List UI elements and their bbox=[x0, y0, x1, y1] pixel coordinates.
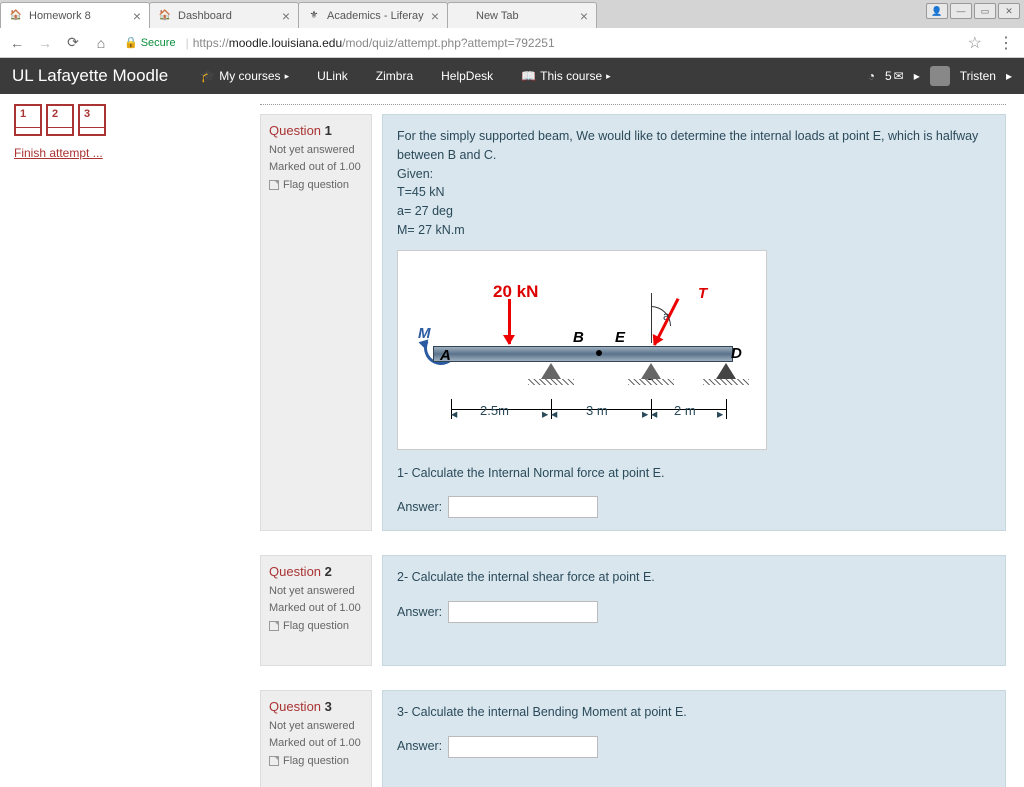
quiz-nav-sidebar: 1 2 3 Finish attempt ... bbox=[0, 94, 260, 787]
answer-label: Answer: bbox=[397, 603, 442, 622]
mark-text: Marked out of 1.00 bbox=[269, 161, 363, 173]
beam-diagram: 20 kN T a M A B E C D bbox=[397, 250, 767, 450]
reload-button[interactable]: ⟳ bbox=[62, 32, 84, 54]
qnav-1[interactable]: 1 bbox=[14, 104, 42, 136]
primary-nav: 🎓My courses▸ ULink Zimbra HelpDesk 📖This… bbox=[186, 69, 624, 83]
quiz-main: Question 1 Not yet answered Marked out o… bbox=[260, 94, 1024, 787]
avatar[interactable] bbox=[930, 66, 950, 86]
flag-question-link[interactable]: Flag question bbox=[269, 755, 363, 767]
back-button[interactable]: ← bbox=[6, 32, 28, 54]
fleur-icon: ⚜ bbox=[307, 9, 321, 23]
mail-badge[interactable]: 5 ✉ bbox=[885, 69, 904, 83]
bookmark-icon[interactable]: ☆ bbox=[962, 33, 988, 53]
home-icon: 🏠 bbox=[158, 9, 172, 23]
lock-icon: 🔒 Secure bbox=[124, 36, 176, 49]
nav-this-course[interactable]: 📖This course▸ bbox=[507, 69, 625, 83]
tab-dashboard[interactable]: 🏠 Dashboard × bbox=[149, 2, 299, 28]
subquestion-text: 2- Calculate the internal shear force at… bbox=[397, 568, 991, 587]
address-bar[interactable]: 🔒 Secure | https://moodle.louisiana.edu/… bbox=[118, 36, 956, 50]
tab-homework[interactable]: 🏠 Homework 8 × bbox=[0, 2, 150, 28]
flag-icon bbox=[269, 180, 279, 190]
tab-title: Homework 8 bbox=[29, 10, 129, 22]
tab-newtab[interactable]: New Tab × bbox=[447, 2, 597, 28]
site-header: UL Lafayette Moodle 🎓My courses▸ ULink Z… bbox=[0, 58, 1024, 94]
url-text: https://moodle.louisiana.edu/mod/quiz/at… bbox=[193, 36, 555, 50]
secure-label: Secure bbox=[141, 37, 176, 49]
site-brand[interactable]: UL Lafayette Moodle bbox=[12, 66, 168, 86]
question-info: Question 1 Not yet answered Marked out o… bbox=[260, 114, 372, 531]
browser-tab-strip: 🏠 Homework 8 × 🏠 Dashboard × ⚜ Academics… bbox=[0, 0, 1024, 28]
header-right: ◔ 5 ✉ ▸ Tristen▸ bbox=[868, 66, 1012, 86]
nav-helpdesk[interactable]: HelpDesk bbox=[427, 69, 507, 83]
nav-ulink[interactable]: ULink bbox=[303, 69, 362, 83]
home-button[interactable]: ⌂ bbox=[90, 32, 112, 54]
clock-icon[interactable]: ◔ bbox=[868, 69, 875, 83]
tab-academics[interactable]: ⚜ Academics - Liferay × bbox=[298, 2, 448, 28]
nav-zimbra[interactable]: Zimbra bbox=[362, 69, 427, 83]
minimize-icon[interactable]: — bbox=[950, 3, 972, 19]
user-name[interactable]: Tristen bbox=[960, 69, 996, 83]
question-2: Question 2 Not yet answered Marked out o… bbox=[260, 555, 1006, 666]
status-text: Not yet answered bbox=[269, 144, 363, 156]
flag-question-link[interactable]: Flag question bbox=[269, 179, 363, 191]
maximize-icon[interactable]: ▭ bbox=[974, 3, 996, 19]
question-text: For the simply supported beam, We would … bbox=[397, 127, 991, 165]
user-icon[interactable]: 👤 bbox=[926, 3, 948, 19]
answer-input-1[interactable] bbox=[448, 496, 598, 518]
blank-icon bbox=[456, 9, 470, 23]
home-icon: 🏠 bbox=[9, 9, 23, 23]
qnav-3[interactable]: 3 bbox=[78, 104, 106, 136]
tab-title: Academics - Liferay bbox=[327, 10, 427, 22]
close-icon[interactable]: × bbox=[133, 8, 141, 24]
flag-question-link[interactable]: Flag question bbox=[269, 620, 363, 632]
qnav-2[interactable]: 2 bbox=[46, 104, 74, 136]
forward-button[interactable]: → bbox=[34, 32, 56, 54]
close-icon[interactable]: × bbox=[282, 8, 290, 24]
flag-icon bbox=[269, 756, 279, 766]
question-content: 3- Calculate the internal Bending Moment… bbox=[382, 690, 1006, 787]
page-body: 1 2 3 Finish attempt ... Question 1 Not … bbox=[0, 94, 1024, 787]
window-controls: 👤 — ▭ ✕ bbox=[926, 3, 1020, 19]
finish-attempt-link[interactable]: Finish attempt ... bbox=[14, 146, 103, 160]
question-content: 2- Calculate the internal shear force at… bbox=[382, 555, 1006, 666]
question-1: Question 1 Not yet answered Marked out o… bbox=[260, 114, 1006, 531]
question-3: Question 3 Not yet answered Marked out o… bbox=[260, 690, 1006, 787]
courses-icon: 🎓 bbox=[200, 69, 215, 83]
answer-input-2[interactable] bbox=[448, 601, 598, 623]
nav-my-courses[interactable]: 🎓My courses▸ bbox=[186, 69, 303, 83]
close-icon[interactable]: × bbox=[580, 8, 588, 24]
tab-title: New Tab bbox=[476, 10, 576, 22]
close-window-icon[interactable]: ✕ bbox=[998, 3, 1020, 19]
chrome-menu-icon[interactable]: ⋮ bbox=[994, 33, 1018, 53]
answer-input-3[interactable] bbox=[448, 736, 598, 758]
answer-label: Answer: bbox=[397, 498, 442, 517]
question-content: For the simply supported beam, We would … bbox=[382, 114, 1006, 531]
question-info: Question 2 Not yet answered Marked out o… bbox=[260, 555, 372, 666]
answer-label: Answer: bbox=[397, 737, 442, 756]
question-info: Question 3 Not yet answered Marked out o… bbox=[260, 690, 372, 787]
tab-title: Dashboard bbox=[178, 10, 278, 22]
flag-icon bbox=[269, 621, 279, 631]
close-icon[interactable]: × bbox=[431, 8, 439, 24]
subquestion-text: 3- Calculate the internal Bending Moment… bbox=[397, 703, 991, 722]
browser-toolbar: ← → ⟳ ⌂ 🔒 Secure | https://moodle.louisi… bbox=[0, 28, 1024, 58]
subquestion-text: 1- Calculate the Internal Normal force a… bbox=[397, 464, 991, 483]
book-icon: 📖 bbox=[521, 69, 536, 83]
